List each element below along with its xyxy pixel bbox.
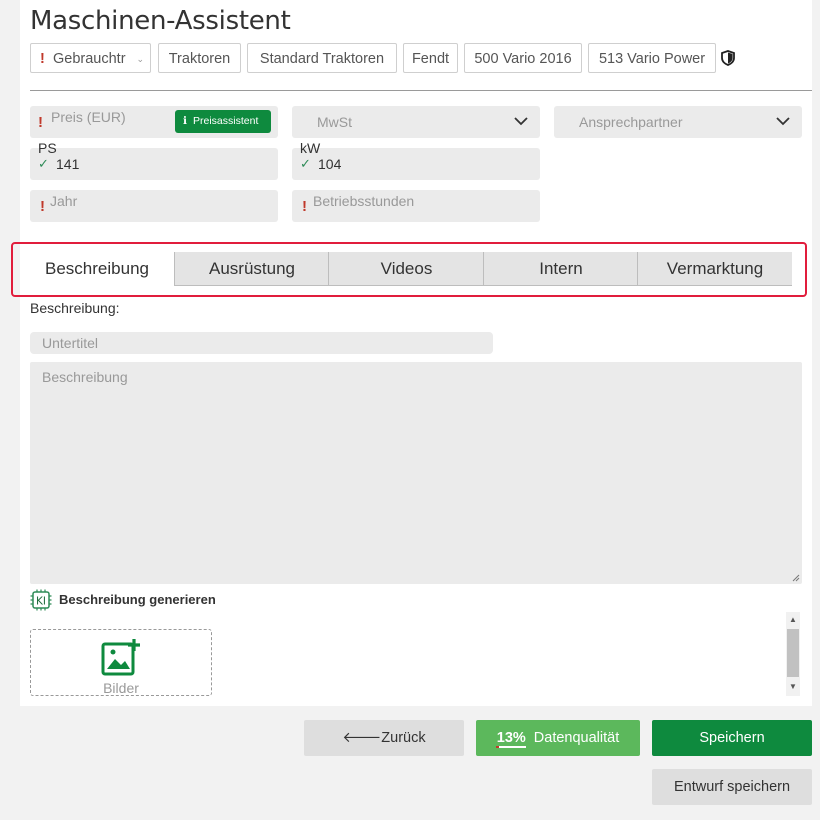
breadcrumb-item-fendt[interactable]: Fendt [403, 43, 458, 73]
save-button[interactable]: Speichern [652, 720, 812, 756]
add-image-icon [101, 639, 140, 676]
scroll-up-icon[interactable]: ▲ [789, 615, 797, 624]
contact-person-select[interactable]: Ansprechpartner [554, 106, 802, 138]
resize-handle-icon[interactable] [792, 574, 800, 582]
ps-value: 141 [56, 156, 80, 172]
data-quality-label: Datenqualität [533, 730, 620, 746]
ps-label: PS [38, 140, 57, 156]
check-icon: ✓ [300, 156, 311, 171]
page-title: Maschinen-Assistent [30, 6, 291, 36]
scrollbar[interactable]: ▲ ▼ [786, 612, 800, 696]
required-marker: ! [302, 198, 307, 215]
vat-placeholder: MwSt [317, 114, 352, 130]
breadcrumb-item-standard-traktoren[interactable]: Standard Traktoren [247, 43, 397, 73]
save-draft-button[interactable]: Entwurf speichern [652, 769, 812, 805]
breadcrumb-item-traktoren[interactable]: Traktoren [158, 43, 241, 73]
check-icon: ✓ [38, 156, 49, 171]
scroll-down-icon[interactable]: ▼ [789, 682, 797, 691]
price-assistant-label: Preisassistent [193, 115, 259, 127]
required-marker: ! [38, 114, 43, 131]
description-textarea[interactable]: Beschreibung [30, 362, 802, 584]
image-upload-label: Bilder [103, 680, 139, 696]
shield-icon[interactable] [721, 50, 735, 66]
kw-label: kW [300, 140, 321, 156]
info-icon: i [183, 115, 187, 127]
chevron-down-icon: ⌄ [136, 54, 144, 64]
image-upload-dropzone[interactable]: Bilder [30, 629, 212, 696]
back-button-label: Zurück [381, 730, 426, 746]
description-section-label: Beschreibung: [30, 300, 120, 316]
subtitle-input[interactable]: Untertitel [30, 332, 493, 354]
header-divider [30, 90, 812, 91]
generate-description-label: Beschreibung generieren [59, 592, 216, 607]
chevron-down-icon [514, 117, 528, 126]
kw-value: 104 [318, 156, 342, 172]
data-quality-button[interactable]: 13% Datenqualität [476, 720, 640, 756]
required-marker: ! [40, 51, 45, 67]
category-select-label: Gebrauchtr [53, 51, 126, 67]
vat-select[interactable]: MwSt [292, 106, 540, 138]
required-marker: ! [40, 198, 45, 215]
ai-chip-label: KI [36, 596, 46, 608]
year-placeholder: Jahr [50, 193, 78, 209]
chevron-down-icon [776, 117, 790, 126]
scrollbar-thumb[interactable] [787, 629, 799, 677]
price-assistant-button[interactable]: i Preisassistent [175, 110, 271, 133]
breadcrumb-item-model[interactable]: 513 Vario Power [588, 43, 716, 73]
price-placeholder: Preis (EUR) [51, 109, 126, 125]
data-quality-percent: 13% [496, 730, 526, 746]
year-field[interactable]: ! Jahr [30, 190, 278, 222]
arrow-left-icon: 🡐 [342, 730, 382, 746]
operating-hours-placeholder: Betriebsstunden [313, 193, 415, 209]
back-button[interactable]: 🡐Zurück [304, 720, 464, 756]
tabs-highlight [11, 242, 807, 297]
contact-person-placeholder: Ansprechpartner [579, 114, 683, 130]
ai-chip-icon: KI [30, 589, 52, 611]
category-select[interactable]: ! Gebrauchtr ⌄ [30, 43, 151, 73]
operating-hours-field[interactable]: ! Betriebsstunden [292, 190, 540, 222]
description-placeholder: Beschreibung [42, 369, 128, 385]
breadcrumb-item-series[interactable]: 500 Vario 2016 [464, 43, 582, 73]
